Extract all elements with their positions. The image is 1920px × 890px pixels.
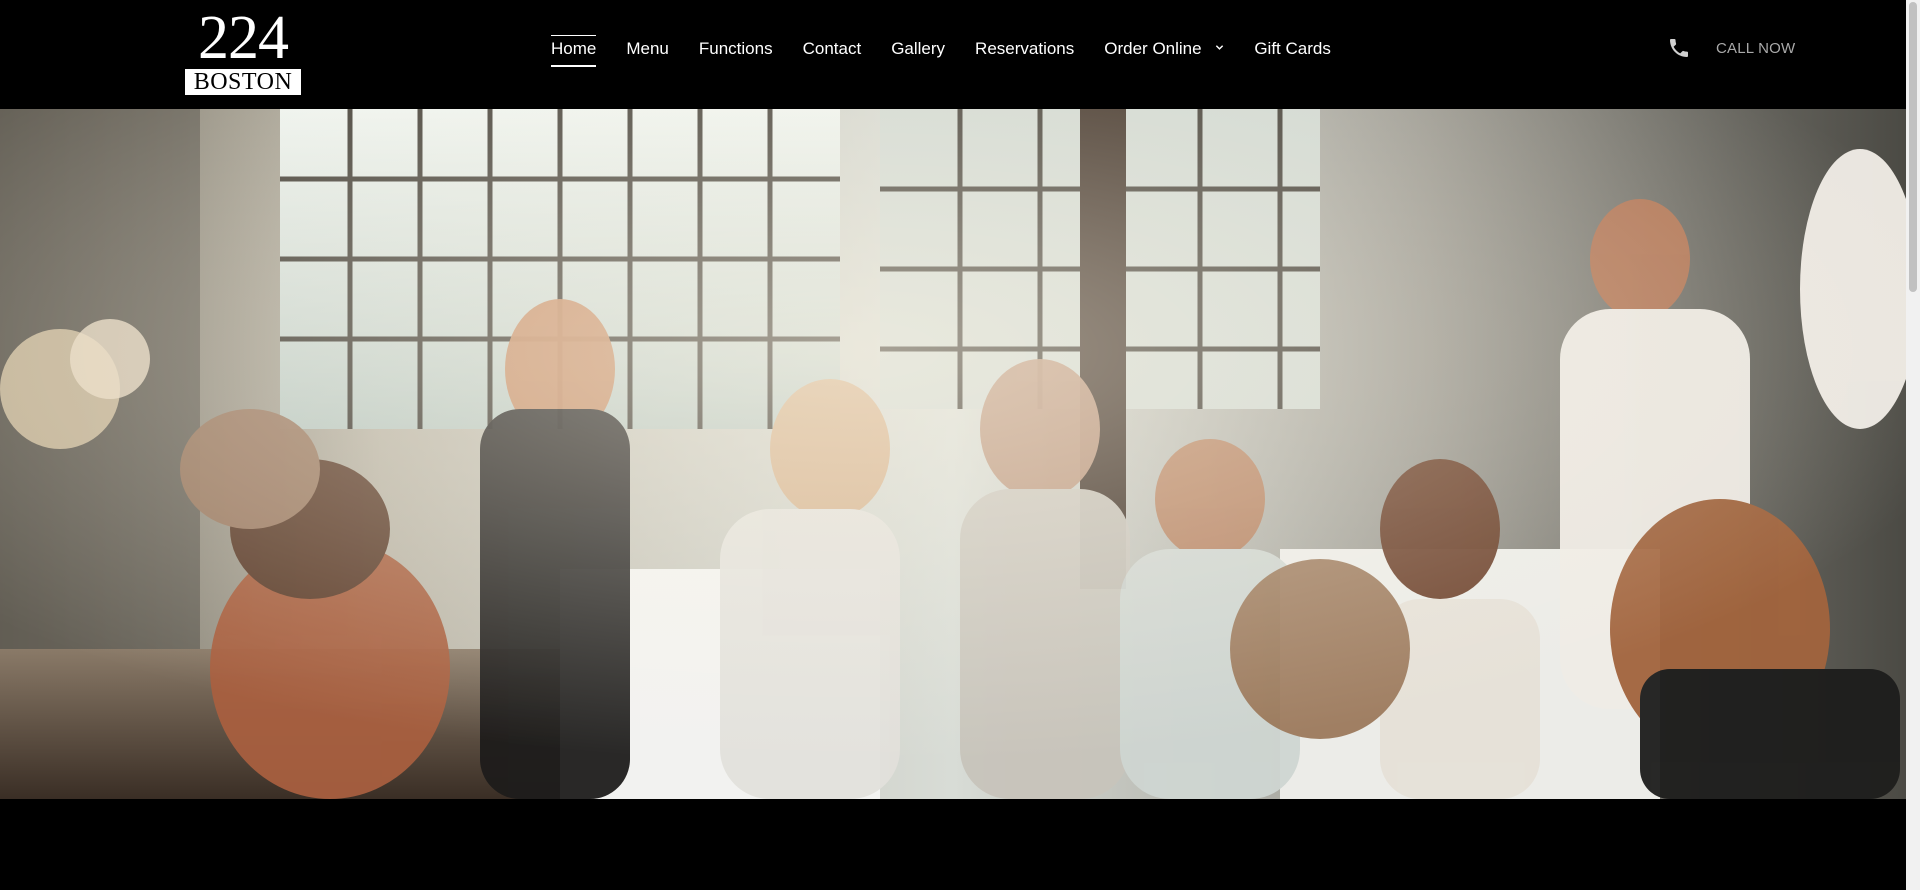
phone-icon[interactable]: [1667, 36, 1691, 60]
call-now-link[interactable]: CALL NOW: [1716, 40, 1795, 58]
nav-item-menu[interactable]: Menu: [626, 38, 669, 62]
chevron-down-icon: [1216, 45, 1224, 50]
site-header: 224 BOSTON Home Menu Functions Contact G…: [0, 0, 1906, 109]
nav-item-gallery[interactable]: Gallery: [891, 38, 945, 62]
logo-number: 224: [198, 4, 289, 72]
logo-word: BOSTON: [185, 69, 301, 95]
nav-item-home[interactable]: Home: [551, 35, 597, 67]
nav-item-functions[interactable]: Functions: [699, 38, 773, 62]
nav-item-order-online[interactable]: Order Online: [1104, 38, 1224, 62]
scrollbar-thumb[interactable]: [1909, 2, 1917, 292]
nav-item-reservations[interactable]: Reservations: [975, 38, 1074, 62]
nav-item-gift-cards[interactable]: Gift Cards: [1254, 38, 1331, 62]
page-scrollbar[interactable]: [1906, 0, 1920, 890]
restaurant-photo: [0, 109, 1906, 799]
logo[interactable]: 224 BOSTON: [185, 7, 301, 95]
nav-item-contact[interactable]: Contact: [803, 38, 862, 62]
nav-item-order-online-label: Order Online: [1104, 39, 1202, 58]
main-nav: Home Menu Functions Contact Gallery Rese…: [551, 35, 1331, 67]
hero-image: [0, 109, 1906, 799]
